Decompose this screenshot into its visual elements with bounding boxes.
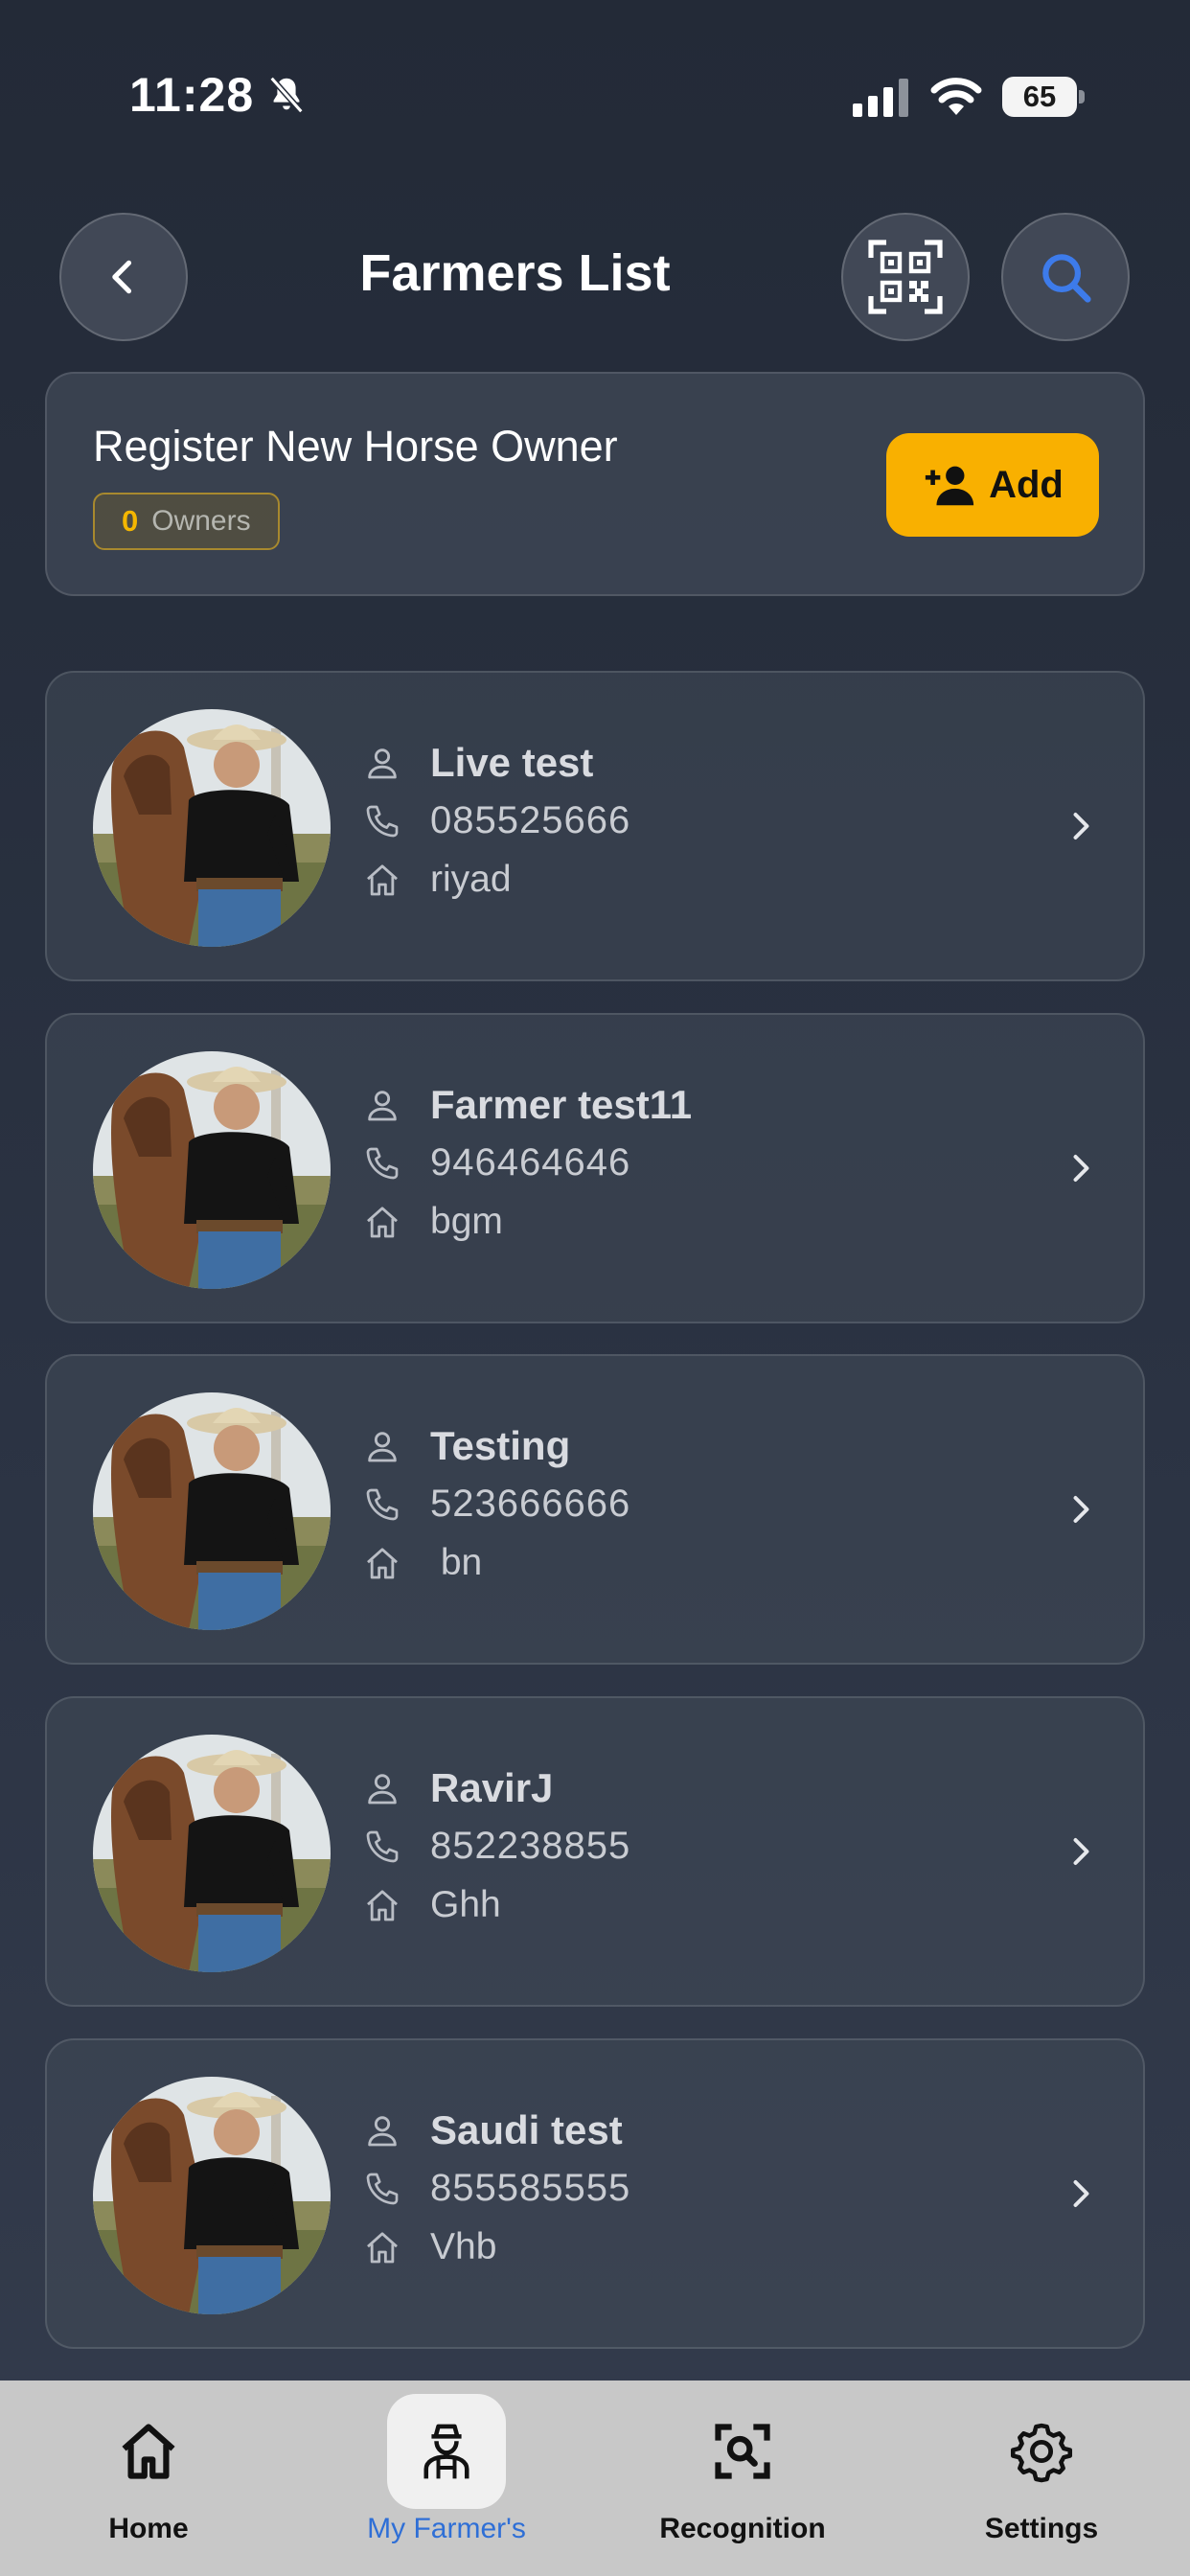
nav-item-my-farmers[interactable]: My Farmer's <box>327 2380 566 2576</box>
user-icon <box>363 1086 401 1124</box>
home-icon <box>363 1544 401 1582</box>
status-bar: 11:28 65 <box>0 0 1190 192</box>
farmer-city: Vhb <box>430 2226 497 2267</box>
phone-icon <box>363 1828 401 1866</box>
search-button[interactable] <box>1001 213 1130 341</box>
nav-item-home[interactable]: Home <box>29 2380 268 2576</box>
battery-indicator: 65 <box>1002 77 1085 117</box>
farmer-city: bgm <box>430 1201 503 1242</box>
chevron-right-icon <box>1063 2174 1097 2213</box>
phone-icon <box>363 1144 401 1183</box>
farmer-phone: 523666666 <box>430 1483 631 1525</box>
status-time: 11:28 <box>129 68 255 122</box>
scan-search-icon <box>715 2424 770 2479</box>
farmer-city: Ghh <box>430 1884 501 1925</box>
farmer-card[interactable]: Live test 085525666 riyad <box>45 671 1145 981</box>
chevron-right-icon <box>1063 1832 1097 1871</box>
owners-count: 0 <box>122 504 139 538</box>
phone-icon <box>363 1485 401 1524</box>
nav-label-home: Home <box>108 2513 189 2544</box>
home-icon <box>363 1203 401 1241</box>
farmer-avatar <box>93 1051 331 1289</box>
farmer-card[interactable]: Farmer test11 946464646 bgm <box>45 1013 1145 1323</box>
owners-label: Owners <box>151 505 251 537</box>
owners-count-badge: 0 Owners <box>93 493 280 550</box>
phone-icon <box>363 802 401 840</box>
gear-icon <box>1010 2423 1073 2483</box>
farmer-city: riyad <box>430 859 512 900</box>
farmer-avatar <box>93 2077 331 2314</box>
farmer-avatar <box>93 709 331 947</box>
farmer-name: Testing <box>430 1423 571 1468</box>
home-icon <box>122 2424 175 2479</box>
nav-item-recognition[interactable]: Recognition <box>623 2380 862 2576</box>
chevron-right-icon <box>1063 807 1097 845</box>
farmer-card[interactable]: RavirJ 852238855 Ghh <box>45 1696 1145 2007</box>
phone-icon <box>363 2170 401 2208</box>
farmer-card[interactable]: Testing 523666666 bn <box>45 1354 1145 1665</box>
nav-item-settings[interactable]: Settings <box>922 2380 1161 2576</box>
farmer-name: Live test <box>430 740 594 785</box>
farmer-name: RavirJ <box>430 1765 554 1810</box>
bell-muted-icon <box>269 76 304 114</box>
farmer-name: Saudi test <box>430 2107 623 2152</box>
user-icon <box>363 744 401 782</box>
chevron-right-icon <box>1063 1490 1097 1529</box>
home-icon <box>363 1886 401 1924</box>
farmer-phone: 852238855 <box>430 1825 631 1867</box>
farmer-avatar <box>93 1735 331 1972</box>
farmer-phone: 085525666 <box>430 799 631 841</box>
add-owner-button[interactable]: Add <box>886 433 1099 537</box>
farmer-phone: 855585555 <box>430 2167 631 2209</box>
nav-label-recognition: Recognition <box>659 2513 826 2544</box>
home-icon <box>363 861 401 899</box>
farmer-city: bn <box>430 1542 483 1583</box>
farmer-name: Farmer test11 <box>430 1082 693 1127</box>
nav-label-my-farmers: My Farmer's <box>367 2513 526 2544</box>
farmer-phone: 946464646 <box>430 1141 631 1184</box>
qr-code-icon <box>868 240 943 314</box>
farmer-avatar <box>93 1392 331 1630</box>
farmer-icon <box>423 2424 469 2479</box>
wifi-icon <box>930 78 982 115</box>
bottom-nav: Home My Farmer's Recognition Settings <box>0 2380 1190 2576</box>
battery-level: 65 <box>1022 80 1057 113</box>
user-icon <box>363 1427 401 1465</box>
cellular-signal-icon <box>853 79 908 117</box>
add-user-icon <box>925 466 974 506</box>
register-title: Register New Horse Owner <box>93 422 618 471</box>
chevron-right-icon <box>1063 1149 1097 1187</box>
user-icon <box>363 2111 401 2150</box>
nav-label-settings: Settings <box>984 2513 1099 2544</box>
qr-scan-button[interactable] <box>841 213 970 341</box>
register-owner-card: Register New Horse Owner 0 Owners Add <box>45 372 1145 596</box>
farmer-card[interactable]: Saudi test 855585555 Vhb <box>45 2038 1145 2349</box>
add-label: Add <box>989 463 1064 506</box>
search-icon <box>1042 254 1091 303</box>
user-icon <box>363 1769 401 1807</box>
home-icon <box>363 2228 401 2266</box>
